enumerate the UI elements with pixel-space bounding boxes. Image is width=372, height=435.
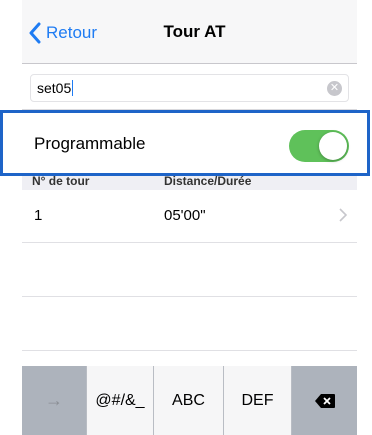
- phone-screen: Retour Tour AT set05 ✕ Programmable N° d…: [22, 0, 357, 435]
- page-title: Tour AT: [163, 22, 226, 41]
- name-input-text: set05: [37, 80, 72, 96]
- chevron-right-icon: [339, 208, 347, 222]
- arrow-right-icon: →: [45, 390, 63, 410]
- programmable-row: Programmable: [22, 112, 357, 176]
- delete-icon: [314, 393, 335, 408]
- keyboard: → @#/&_ ABC DEF: [22, 366, 357, 435]
- key-abc[interactable]: ABC: [154, 366, 224, 435]
- lap-table: 1 05'00": [22, 190, 357, 366]
- navigation-bar: Retour Tour AT: [22, 0, 357, 64]
- name-input[interactable]: set05 ✕: [30, 74, 349, 102]
- name-input-value: set05: [37, 80, 74, 96]
- key-delete[interactable]: [292, 366, 357, 435]
- key-next[interactable]: →: [22, 366, 87, 435]
- programmable-label: Programmable: [34, 134, 146, 153]
- toggle-knob: [319, 132, 347, 160]
- key-def[interactable]: DEF: [224, 366, 292, 435]
- table-row-empty: [22, 244, 357, 297]
- lap-number: 1: [34, 207, 43, 224]
- text-caret: [72, 80, 74, 96]
- clear-icon[interactable]: ✕: [327, 81, 342, 96]
- table-row-empty: [22, 298, 357, 351]
- table-header: N° de tour Distance/Durée: [22, 176, 357, 190]
- key-symbols[interactable]: @#/&_: [87, 366, 154, 435]
- lap-distance: 05'00": [164, 207, 206, 224]
- column-header-distance: Distance/Durée: [164, 176, 252, 188]
- name-field-row: set05 ✕: [22, 64, 357, 110]
- column-header-lap-number: N° de tour: [32, 176, 90, 188]
- programmable-toggle[interactable]: [289, 130, 349, 162]
- table-row[interactable]: 1 05'00": [22, 190, 357, 243]
